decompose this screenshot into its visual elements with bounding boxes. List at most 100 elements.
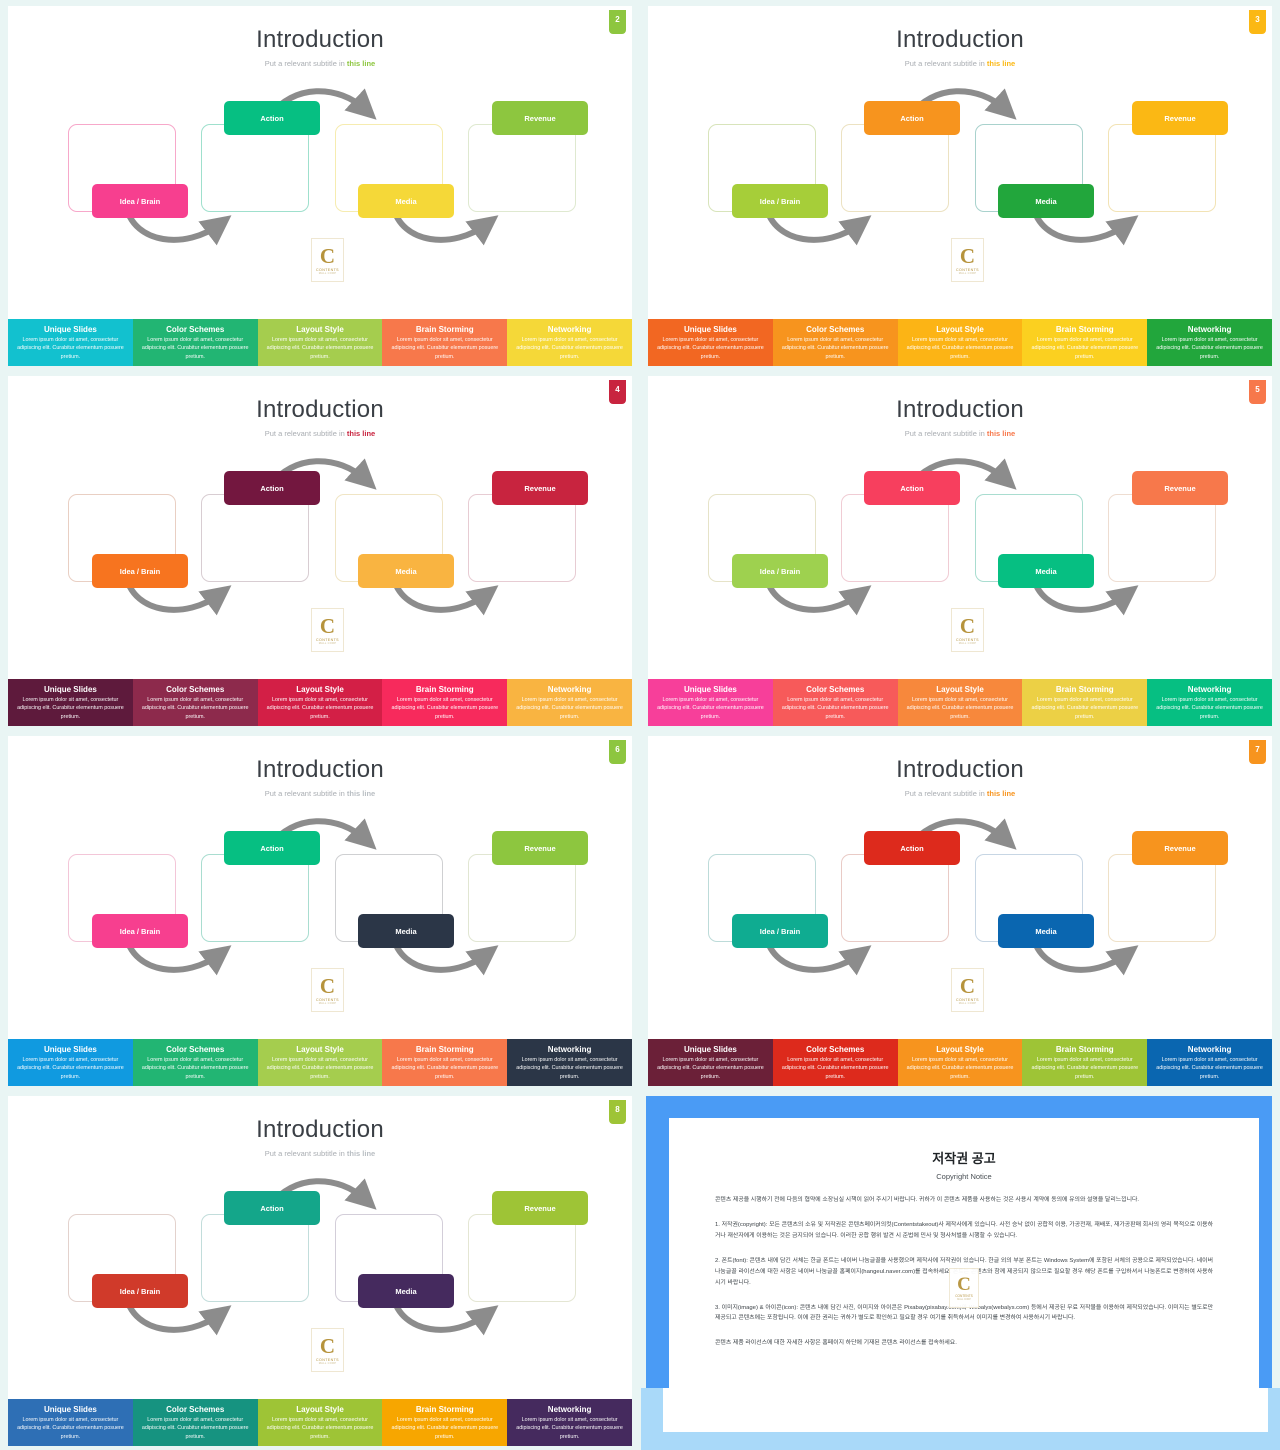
footer-card-5[interactable]: Networking Lorem ipsum dolor sit amet, c…: [507, 1399, 632, 1446]
slide-8[interactable]: 8 Introduction Put a relevant subtitle i…: [8, 1096, 632, 1446]
footer-card-body: Lorem ipsum dolor sit amet, consectetur …: [141, 1416, 249, 1440]
node-label-revenue[interactable]: Revenue: [492, 101, 588, 135]
node-label-action[interactable]: Action: [224, 831, 320, 865]
node-label-media[interactable]: Media: [358, 554, 454, 588]
footer-card-body: Lorem ipsum dolor sit amet, consectetur …: [1156, 696, 1263, 720]
footer-card-5[interactable]: Networking Lorem ipsum dolor sit amet, c…: [507, 319, 632, 366]
footer-card-4[interactable]: Brain Storming Lorem ipsum dolor sit ame…: [1022, 319, 1148, 366]
outline-box-action[interactable]: [201, 494, 309, 582]
node-label-media[interactable]: Media: [358, 1274, 454, 1308]
node-label-idea[interactable]: Idea / Brain: [732, 554, 828, 588]
footer-card-2[interactable]: Color Schemes Lorem ipsum dolor sit amet…: [772, 679, 898, 726]
outline-box-action[interactable]: [201, 124, 309, 212]
node-label-idea[interactable]: Idea / Brain: [92, 1274, 188, 1308]
node-label-revenue[interactable]: Revenue: [492, 831, 588, 865]
footer-card-1[interactable]: Unique Slides Lorem ipsum dolor sit amet…: [8, 319, 133, 366]
node-label-idea[interactable]: Idea / Brain: [92, 184, 188, 218]
node-label-revenue[interactable]: Revenue: [492, 1191, 588, 1225]
node-label-revenue[interactable]: Revenue: [1132, 831, 1228, 865]
footer-card-2[interactable]: Color Schemes Lorem ipsum dolor sit amet…: [132, 319, 258, 366]
footer-card-5[interactable]: Networking Lorem ipsum dolor sit amet, c…: [507, 1039, 632, 1086]
node-label-action[interactable]: Action: [224, 471, 320, 505]
node-label-idea[interactable]: Idea / Brain: [92, 914, 188, 948]
subtitle-plain: Put a relevant subtitle in: [264, 1149, 347, 1158]
footer-card-2[interactable]: Color Schemes Lorem ipsum dolor sit amet…: [132, 679, 258, 726]
footer-card-2[interactable]: Color Schemes Lorem ipsum dolor sit amet…: [132, 1399, 258, 1446]
footer-card-3[interactable]: Layout Style Lorem ipsum dolor sit amet,…: [897, 319, 1023, 366]
node-label-idea[interactable]: Idea / Brain: [92, 554, 188, 588]
footer-card-1[interactable]: Unique Slides Lorem ipsum dolor sit amet…: [8, 679, 133, 726]
footer-card-3[interactable]: Layout Style Lorem ipsum dolor sit amet,…: [257, 679, 383, 726]
footer-card-3[interactable]: Layout Style Lorem ipsum dolor sit amet,…: [897, 679, 1023, 726]
node-label-action[interactable]: Action: [224, 101, 320, 135]
footer-card-4[interactable]: Brain Storming Lorem ipsum dolor sit ame…: [1022, 1039, 1148, 1086]
node-label-media[interactable]: Media: [998, 554, 1094, 588]
outline-box-revenue[interactable]: [1108, 854, 1216, 942]
footer-card-1[interactable]: Unique Slides Lorem ipsum dolor sit amet…: [8, 1399, 133, 1446]
footer-card-body: Lorem ipsum dolor sit amet, consectetur …: [391, 696, 499, 720]
feature-footer: Unique Slides Lorem ipsum dolor sit amet…: [648, 1039, 1272, 1086]
node-label-media[interactable]: Media: [358, 184, 454, 218]
footer-card-3[interactable]: Layout Style Lorem ipsum dolor sit amet,…: [257, 1039, 383, 1086]
footer-card-body: Lorem ipsum dolor sit amet, consectetur …: [516, 1056, 623, 1080]
node-label-idea[interactable]: Idea / Brain: [732, 184, 828, 218]
footer-card-title: Networking: [1187, 684, 1232, 694]
outline-box-revenue[interactable]: [468, 124, 576, 212]
slide-7[interactable]: 7 Introduction Put a relevant subtitle i…: [648, 736, 1272, 1086]
footer-card-3[interactable]: Layout Style Lorem ipsum dolor sit amet,…: [897, 1039, 1023, 1086]
node-label-idea[interactable]: Idea / Brain: [732, 914, 828, 948]
footer-card-1[interactable]: Unique Slides Lorem ipsum dolor sit amet…: [8, 1039, 133, 1086]
node-label-action[interactable]: Action: [864, 471, 960, 505]
footer-card-5[interactable]: Networking Lorem ipsum dolor sit amet, c…: [1147, 319, 1272, 366]
slide-5[interactable]: 5 Introduction Put a relevant subtitle i…: [648, 376, 1272, 726]
footer-card-4[interactable]: Brain Storming Lorem ipsum dolor sit ame…: [382, 679, 508, 726]
node-label-revenue[interactable]: Revenue: [492, 471, 588, 505]
node-label-action[interactable]: Action: [864, 101, 960, 135]
footer-card-2[interactable]: Color Schemes Lorem ipsum dolor sit amet…: [772, 319, 898, 366]
footer-card-title: Layout Style: [296, 1044, 344, 1054]
slide-2[interactable]: 2 Introduction Put a relevant subtitle i…: [8, 6, 632, 366]
footer-card-4[interactable]: Brain Storming Lorem ipsum dolor sit ame…: [382, 1039, 508, 1086]
page-title: Introduction: [896, 396, 1024, 423]
subtitle-plain: Put a relevant subtitle in: [904, 429, 987, 438]
outline-box-action[interactable]: [201, 1214, 309, 1302]
node-label-revenue[interactable]: Revenue: [1132, 101, 1228, 135]
node-label-revenue[interactable]: Revenue: [1132, 471, 1228, 505]
footer-card-1[interactable]: Unique Slides Lorem ipsum dolor sit amet…: [648, 1039, 773, 1086]
logo-letter: C: [959, 973, 976, 998]
outline-box-action[interactable]: [201, 854, 309, 942]
outline-box-revenue[interactable]: [1108, 124, 1216, 212]
page-number-badge: 2: [609, 10, 626, 34]
footer-card-4[interactable]: Brain Storming Lorem ipsum dolor sit ame…: [1022, 679, 1148, 726]
footer-card-2[interactable]: Color Schemes Lorem ipsum dolor sit amet…: [132, 1039, 258, 1086]
outline-box-revenue[interactable]: [1108, 494, 1216, 582]
node-label-action[interactable]: Action: [864, 831, 960, 865]
page-title: Introduction: [256, 1116, 384, 1143]
footer-card-3[interactable]: Layout Style Lorem ipsum dolor sit amet,…: [257, 1399, 383, 1446]
outline-box-revenue[interactable]: [468, 1214, 576, 1302]
outline-box-revenue[interactable]: [468, 494, 576, 582]
footer-card-5[interactable]: Networking Lorem ipsum dolor sit amet, c…: [1147, 679, 1272, 726]
outline-box-action[interactable]: [841, 854, 949, 942]
node-label-media[interactable]: Media: [998, 184, 1094, 218]
footer-card-5[interactable]: Networking Lorem ipsum dolor sit amet, c…: [1147, 1039, 1272, 1086]
slide-cell-1: 2 Introduction Put a relevant subtitle i…: [0, 0, 640, 370]
footer-card-1[interactable]: Unique Slides Lorem ipsum dolor sit amet…: [648, 679, 773, 726]
slide-3[interactable]: 3 Introduction Put a relevant subtitle i…: [648, 6, 1272, 366]
slide-4[interactable]: 4 Introduction Put a relevant subtitle i…: [8, 376, 632, 726]
node-label-media[interactable]: Media: [998, 914, 1094, 948]
footer-card-body: Lorem ipsum dolor sit amet, consectetur …: [906, 336, 1014, 360]
footer-card-3[interactable]: Layout Style Lorem ipsum dolor sit amet,…: [257, 319, 383, 366]
footer-card-2[interactable]: Color Schemes Lorem ipsum dolor sit amet…: [772, 1039, 898, 1086]
node-label-media[interactable]: Media: [358, 914, 454, 948]
footer-card-4[interactable]: Brain Storming Lorem ipsum dolor sit ame…: [382, 319, 508, 366]
slide-6[interactable]: 6 Introduction Put a relevant subtitle i…: [8, 736, 632, 1086]
footer-card-1[interactable]: Unique Slides Lorem ipsum dolor sit amet…: [648, 319, 773, 366]
outline-box-action[interactable]: [841, 494, 949, 582]
node-label-action[interactable]: Action: [224, 1191, 320, 1225]
footer-card-5[interactable]: Networking Lorem ipsum dolor sit amet, c…: [507, 679, 632, 726]
outline-box-action[interactable]: [841, 124, 949, 212]
footer-card-title: Brain Storming: [415, 1404, 474, 1414]
footer-card-4[interactable]: Brain Storming Lorem ipsum dolor sit ame…: [382, 1399, 508, 1446]
outline-box-revenue[interactable]: [468, 854, 576, 942]
